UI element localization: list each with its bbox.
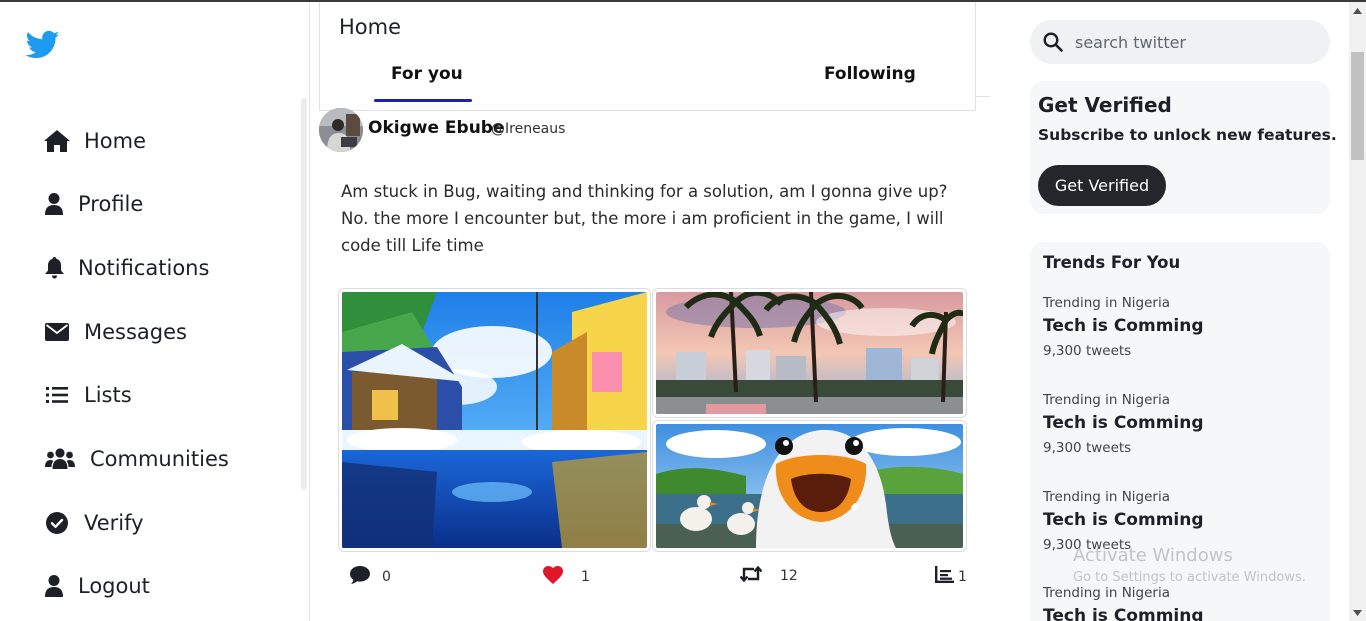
- trends-title: Trends For You: [1043, 253, 1181, 272]
- get-verified-button[interactable]: Get Verified: [1038, 165, 1166, 206]
- sidebar-item-notifications[interactable]: Notifications: [44, 248, 209, 288]
- search-bar[interactable]: [1030, 20, 1330, 64]
- sidebar-item-logout[interactable]: Logout: [44, 566, 150, 606]
- sidebar-item-label: Communities: [90, 447, 229, 471]
- sidebar-item-verify[interactable]: Verify: [44, 503, 144, 543]
- home-icon: [44, 129, 70, 153]
- post-image-palm-city[interactable]: [652, 288, 967, 418]
- check-circle-icon: [44, 511, 70, 535]
- sidebar-item-label: Logout: [78, 574, 150, 598]
- trend-topic: Tech is Comming: [1043, 510, 1204, 530]
- trend-location: Trending in Nigeria: [1043, 489, 1171, 505]
- trend-count: 9,300 tweets: [1043, 440, 1132, 456]
- trend-location: Trending in Nigeria: [1043, 295, 1171, 311]
- comment-button[interactable]: 0: [350, 566, 391, 588]
- trend-item[interactable]: Trending in Nigeria Tech is Comming: [1043, 585, 1313, 621]
- comment-count: 0: [382, 569, 391, 585]
- scrollbar-thumb[interactable]: [1351, 52, 1364, 160]
- sidebar-item-home[interactable]: Home: [44, 121, 146, 161]
- feed-header: Home For you Following: [319, 2, 976, 111]
- sidebar-item-label: Lists: [84, 383, 132, 407]
- trend-item[interactable]: Trending in Nigeria Tech is Comming 9,30…: [1043, 295, 1313, 359]
- sidebar-item-label: Messages: [84, 320, 187, 344]
- search-icon: [1043, 32, 1063, 56]
- trend-item[interactable]: Trending in Nigeria Tech is Comming 9,30…: [1043, 392, 1313, 456]
- sidebar-item-profile[interactable]: Profile: [44, 184, 143, 224]
- user-icon: [44, 192, 64, 216]
- like-button[interactable]: 1: [543, 566, 590, 588]
- sidebar-scrollbar[interactable]: [301, 98, 307, 490]
- twitter-bird-icon[interactable]: [25, 30, 60, 60]
- sidebar-item-label: Notifications: [78, 256, 210, 280]
- sidebar-item-label: Verify: [84, 511, 144, 535]
- trend-location: Trending in Nigeria: [1043, 585, 1171, 601]
- trend-topic: Tech is Comming: [1043, 316, 1204, 336]
- list-icon: [44, 383, 70, 407]
- trends-panel: Trends For You Trending in Nigeria Tech …: [1030, 242, 1330, 621]
- left-sidebar: Home Profile Notifications Messages List…: [0, 2, 310, 621]
- verify-card: Get Verified Subscribe to unlock new fea…: [1030, 81, 1337, 214]
- bell-icon: [44, 256, 64, 280]
- tab-following[interactable]: Following: [824, 64, 916, 84]
- sidebar-item-lists[interactable]: Lists: [44, 375, 132, 415]
- sidebar-item-messages[interactable]: Messages: [44, 312, 187, 352]
- user-icon: [44, 574, 64, 598]
- trend-count: 9,300 tweets: [1043, 537, 1132, 553]
- trend-topic: Tech is Comming: [1043, 606, 1204, 621]
- retweet-icon: [739, 565, 763, 586]
- bar-chart-icon: [935, 566, 954, 587]
- avatar[interactable]: [319, 108, 363, 152]
- verify-title: Get Verified: [1038, 93, 1172, 117]
- trend-count: 9,300 tweets: [1043, 343, 1132, 359]
- post-text: Am stuck in Bug, waiting and thinking fo…: [341, 182, 948, 255]
- active-tab-indicator: [374, 99, 472, 102]
- users-icon: [44, 447, 76, 471]
- page-title: Home: [339, 15, 402, 39]
- tab-for-you[interactable]: For you: [391, 64, 463, 84]
- verify-subtitle: Subscribe to unlock new features.: [1038, 126, 1337, 144]
- scroll-down-arrow-icon[interactable]: [1349, 604, 1366, 621]
- search-input[interactable]: [1075, 31, 1315, 53]
- sidebar-item-label: Profile: [78, 192, 144, 216]
- post-author-name[interactable]: Okigwe Ebube: [368, 118, 505, 138]
- page-scrollbar[interactable]: [1349, 2, 1366, 621]
- sidebar-item-label: Home: [84, 129, 147, 153]
- scroll-up-arrow-icon[interactable]: [1349, 2, 1366, 19]
- envelope-icon: [44, 320, 70, 344]
- post-image-street[interactable]: [338, 288, 651, 552]
- trend-location: Trending in Nigeria: [1043, 392, 1171, 408]
- post-image-duck[interactable]: [652, 420, 967, 552]
- stats-button[interactable]: 1: [935, 566, 967, 587]
- trend-item[interactable]: Trending in Nigeria Tech is Comming 9,30…: [1043, 489, 1313, 553]
- retweet-count: 12: [780, 568, 798, 584]
- like-count: 1: [581, 569, 590, 585]
- post-author-handle[interactable]: @Ireneaus: [491, 121, 565, 137]
- stats-count: 1: [958, 568, 967, 585]
- heart-icon: [543, 566, 563, 588]
- divider: [976, 96, 990, 97]
- sidebar-item-communities[interactable]: Communities: [44, 439, 229, 479]
- retweet-button[interactable]: 12: [739, 565, 798, 586]
- comment-icon: [350, 566, 370, 588]
- main-feed: Home For you Following Okigwe Ebube @Ire…: [310, 2, 990, 621]
- trend-topic: Tech is Comming: [1043, 413, 1204, 433]
